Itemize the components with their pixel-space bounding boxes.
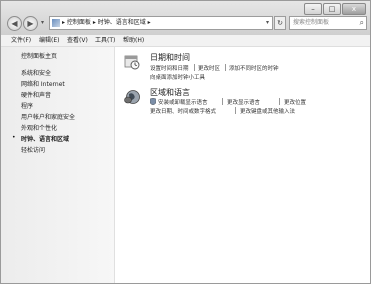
control-panel-icon bbox=[52, 19, 60, 27]
sidebar-item-user-accounts[interactable]: 用户帐户和家庭安全 bbox=[21, 112, 75, 121]
menu-help[interactable]: 帮助(H) bbox=[123, 35, 144, 46]
link-set-time-date[interactable]: 设置时间和日期 bbox=[150, 64, 189, 72]
window-controls: – □ x bbox=[303, 3, 366, 15]
menu-view[interactable]: 查看(V) bbox=[67, 35, 88, 46]
sidebar-item-home[interactable]: 控制面板主页 bbox=[21, 51, 57, 60]
main-content: 日期和时间 设置时间和日期 更改时区 添加不同时区的时钟 向桌面添加时钟小工具 … bbox=[115, 47, 370, 283]
link-separator bbox=[225, 64, 226, 71]
address-bar[interactable]: ▸ 控制面板 ▸ 时钟、语言和区域 ▸ ▾ bbox=[49, 16, 273, 30]
uac-shield-icon bbox=[150, 98, 156, 105]
recent-pages-dropdown[interactable]: ▾ bbox=[41, 19, 44, 26]
sidebar-item-programs[interactable]: 程序 bbox=[21, 101, 33, 110]
link-separator bbox=[194, 64, 195, 71]
category-title-region-language[interactable]: 区域和语言 bbox=[150, 87, 190, 98]
sidebar-item-ease-of-access[interactable]: 轻松访问 bbox=[21, 145, 45, 154]
minimize-button[interactable]: – bbox=[304, 3, 322, 15]
link-separator bbox=[222, 98, 223, 105]
link-change-date-time-number-format[interactable]: 更改日期、时间或数字格式 bbox=[150, 107, 216, 115]
maximize-button[interactable]: □ bbox=[323, 3, 341, 15]
link-change-location[interactable]: 更改位置 bbox=[284, 98, 306, 106]
menu-file[interactable]: 文件(F) bbox=[11, 35, 31, 46]
refresh-button[interactable]: ↻ bbox=[274, 16, 286, 30]
link-separator bbox=[279, 98, 280, 105]
menu-edit[interactable]: 编辑(E) bbox=[39, 35, 59, 46]
address-path: ▸ 控制面板 ▸ 时钟、语言和区域 ▸ bbox=[62, 19, 151, 26]
menu-tools[interactable]: 工具(T) bbox=[95, 35, 115, 46]
sidebar-item-system-security[interactable]: 系统和安全 bbox=[21, 68, 51, 77]
menu-bar: 文件(F) 编辑(E) 查看(V) 工具(T) 帮助(H) bbox=[1, 35, 370, 47]
search-icon[interactable]: ⌕ bbox=[360, 17, 364, 29]
link-separator bbox=[235, 107, 236, 114]
sidebar-item-appearance[interactable]: 外观和个性化 bbox=[21, 123, 57, 132]
sidebar-item-network[interactable]: 网络和 Internet bbox=[21, 79, 65, 88]
forward-button[interactable]: ▶ bbox=[23, 16, 38, 31]
link-change-time-zone[interactable]: 更改时区 bbox=[198, 64, 220, 72]
search-placeholder: 搜索控制面板 bbox=[293, 19, 330, 26]
search-input[interactable]: 搜索控制面板 ⌕ bbox=[289, 16, 367, 30]
title-bar: – □ x ◀ ▶ ▾ ▸ 控制面板 ▸ 时钟、语言和区域 ▸ ▾ ↻ 搜索控制… bbox=[1, 1, 370, 35]
category-title-date-time[interactable]: 日期和时间 bbox=[150, 52, 190, 63]
link-add-clock-gadget[interactable]: 向桌面添加时钟小工具 bbox=[150, 73, 205, 81]
globe-icon[interactable] bbox=[124, 89, 140, 105]
link-change-display-language[interactable]: 更改显示语言 bbox=[227, 98, 260, 106]
sidebar-item-clock-language-region[interactable]: 时钟、语言和区域 bbox=[21, 134, 69, 143]
back-button[interactable]: ◀ bbox=[7, 16, 22, 31]
link-add-clocks[interactable]: 添加不同时区的时钟 bbox=[229, 64, 279, 72]
control-panel-window: – □ x ◀ ▶ ▾ ▸ 控制面板 ▸ 时钟、语言和区域 ▸ ▾ ↻ 搜索控制… bbox=[0, 0, 371, 284]
clock-icon[interactable] bbox=[124, 54, 140, 70]
link-change-keyboards-input[interactable]: 更改键盘或其他输入法 bbox=[240, 107, 295, 115]
address-dropdown-icon[interactable]: ▾ bbox=[266, 17, 269, 29]
link-install-display-languages[interactable]: 安装或卸载显示语言 bbox=[158, 98, 208, 106]
active-item-marker: • bbox=[12, 134, 16, 141]
sidebar-item-hardware-sound[interactable]: 硬件和声音 bbox=[21, 90, 51, 99]
navigation-pane: 控制面板主页 系统和安全 网络和 Internet 硬件和声音 程序 用户帐户和… bbox=[1, 47, 115, 283]
close-button[interactable]: x bbox=[342, 3, 366, 15]
